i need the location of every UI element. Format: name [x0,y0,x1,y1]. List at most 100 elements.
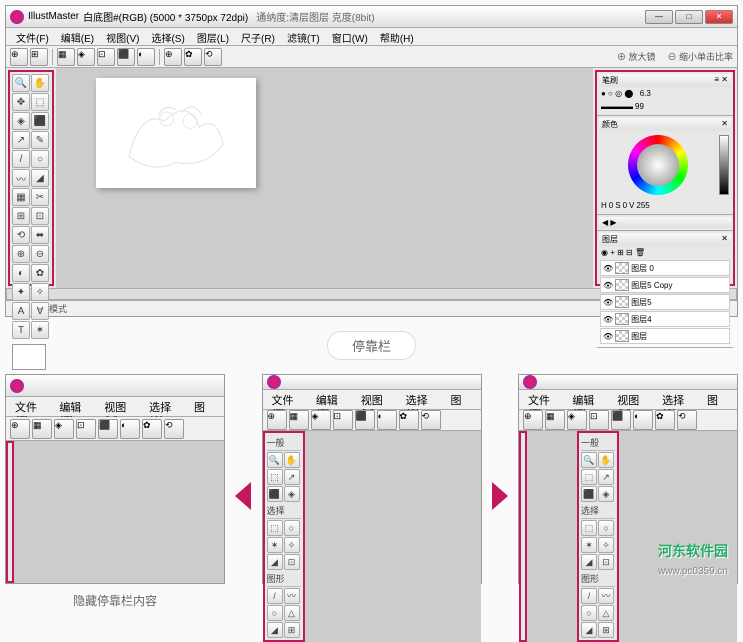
tool-button[interactable]: ✶ [31,321,49,339]
tool-button[interactable]: ✿ [31,264,49,282]
tool-button[interactable]: A [12,302,30,320]
panel-collapse-icon[interactable]: ≡ ✕ [714,75,728,86]
tool-button[interactable]: 🔍 [581,452,597,468]
menu-layer[interactable]: 图层 [702,390,733,409]
tool-button[interactable]: ✎ [31,131,49,149]
layer-row[interactable]: 👁图层 [600,328,730,344]
menu-edit[interactable]: 编辑(E) [311,390,356,409]
tool-button[interactable]: ▦ [12,188,30,206]
toolbar-button[interactable]: ⬛ [117,48,135,66]
toolbar-button[interactable]: ⊡ [76,419,96,439]
tool-button[interactable]: ⟲ [12,226,30,244]
toolbar-button[interactable]: ◈ [567,410,587,430]
tool-button[interactable]: ◈ [284,486,300,502]
toolbar-button[interactable]: ✿ [184,48,202,66]
color-swatch[interactable] [12,344,46,370]
collapsed-dock-strip[interactable] [519,431,527,642]
menu-view[interactable]: 视图(V) [356,390,401,409]
toolbar-button[interactable]: ◐ [377,410,397,430]
menu-layer[interactable]: 图层 [446,390,477,409]
zoom-out-label[interactable]: 缩小单击比率 [679,52,733,62]
tool-button[interactable]: ∀ [31,302,49,320]
value-slider[interactable] [719,135,729,195]
tool-button[interactable]: / [267,588,283,604]
title-bar[interactable]: IllustMaster 白底图#(RGB) (5000 * 3750px 72… [6,6,737,28]
tool-button[interactable]: ⬛ [267,486,283,502]
tool-button[interactable]: ⬛ [31,112,49,130]
menu-edit[interactable]: 编辑(E) [55,28,100,45]
tool-button[interactable]: ⊡ [284,554,300,570]
tool-button[interactable]: ◐ [12,264,30,282]
tool-button[interactable]: ○ [284,520,300,536]
menu-file[interactable]: 文件(F) [10,397,54,416]
tool-button[interactable]: ⬚ [267,520,283,536]
tool-button[interactable]: ◈ [598,486,614,502]
tool-button[interactable]: ✶ [267,537,283,553]
tool-button[interactable]: ○ [598,520,614,536]
toolbar-button[interactable]: ▦ [57,48,75,66]
tool-button[interactable]: ✧ [284,537,300,553]
tool-button[interactable]: 〰 [284,588,300,604]
tool-button[interactable]: T [12,321,30,339]
visibility-icon[interactable]: 👁 [603,332,613,341]
toolbar-button[interactable]: ⊕ [523,410,543,430]
layer-row[interactable]: 👁图层5 [600,294,730,310]
menu-select[interactable]: 选择(S) [145,28,190,45]
toolbar-button[interactable]: ⊕ [267,410,287,430]
tool-button[interactable]: ◈ [12,112,30,130]
toolbar-button[interactable]: ✿ [399,410,419,430]
tool-button[interactable]: ✦ [12,283,30,301]
tool-button[interactable]: ✋ [31,74,49,92]
tool-button[interactable]: ○ [581,605,597,621]
toolbar-button[interactable]: ◐ [120,419,140,439]
toolbar-button[interactable]: ⟲ [677,410,697,430]
menu-file[interactable]: 文件(F) [10,28,55,45]
color-wheel[interactable] [628,135,688,195]
toolbar-button[interactable]: ⬛ [611,410,631,430]
toolbar-button[interactable]: ⟲ [204,48,222,66]
menu-filter[interactable]: 滤镜(T) [281,28,326,45]
tool-button[interactable]: △ [598,605,614,621]
tool-button[interactable]: ○ [267,605,283,621]
toolbar-button[interactable]: ◈ [311,410,331,430]
toolbar-button[interactable]: ⟲ [421,410,441,430]
canvas[interactable] [96,78,256,188]
menu-layer[interactable]: 图层 [189,397,220,416]
zoom-in-label[interactable]: 放大镜 [628,52,655,62]
tool-button[interactable]: ⊞ [598,622,614,638]
tool-button[interactable]: ⊡ [598,554,614,570]
toolbar-button[interactable]: ⬛ [355,410,375,430]
tool-button[interactable]: 〰 [12,169,30,187]
visibility-icon[interactable]: 👁 [603,315,613,324]
maximize-button[interactable]: □ [675,10,703,24]
toolbar-button[interactable]: ▦ [32,419,52,439]
tool-button[interactable]: ⬚ [581,469,597,485]
toolbar-button[interactable]: ◐ [633,410,653,430]
toolbar-button[interactable]: ⊞ [30,48,48,66]
menu-select[interactable]: 选择(S) [144,397,189,416]
tool-button[interactable]: ⬚ [267,469,283,485]
toolbar-button[interactable]: ⊕ [164,48,182,66]
menu-file[interactable]: 文件(F) [267,390,311,409]
tool-button[interactable]: △ [284,605,300,621]
tool-button[interactable]: ⊞ [12,207,30,225]
toolbar-button[interactable]: ◈ [77,48,95,66]
menu-view[interactable]: 视图(V) [100,28,145,45]
layer-row[interactable]: 👁图层 0 [600,260,730,276]
menu-help[interactable]: 帮助(H) [374,28,420,45]
tool-button[interactable]: ◢ [267,622,283,638]
toolbar-button[interactable]: ⊡ [333,410,353,430]
collapsed-dock[interactable] [6,441,14,583]
menu-window[interactable]: 窗口(W) [326,28,374,45]
tool-button[interactable]: ⊖ [31,245,49,263]
tool-button[interactable]: ↗ [12,131,30,149]
moved-dock[interactable]: 一般🔍✋⬚↗⬛◈选择⬚○✶✧◢⊡图形/〰○△◢⊞ [577,431,619,642]
toolbar-button[interactable]: ⟲ [164,419,184,439]
tool-button[interactable]: ◢ [581,554,597,570]
menu-ruler[interactable]: 尺子(R) [235,28,281,45]
tool-button[interactable]: ✧ [31,283,49,301]
toolbar-button[interactable]: ⊡ [97,48,115,66]
tool-button[interactable]: 〰 [598,588,614,604]
toolbar-button[interactable]: ⬛ [98,419,118,439]
toolbar-button[interactable]: ▦ [289,410,309,430]
